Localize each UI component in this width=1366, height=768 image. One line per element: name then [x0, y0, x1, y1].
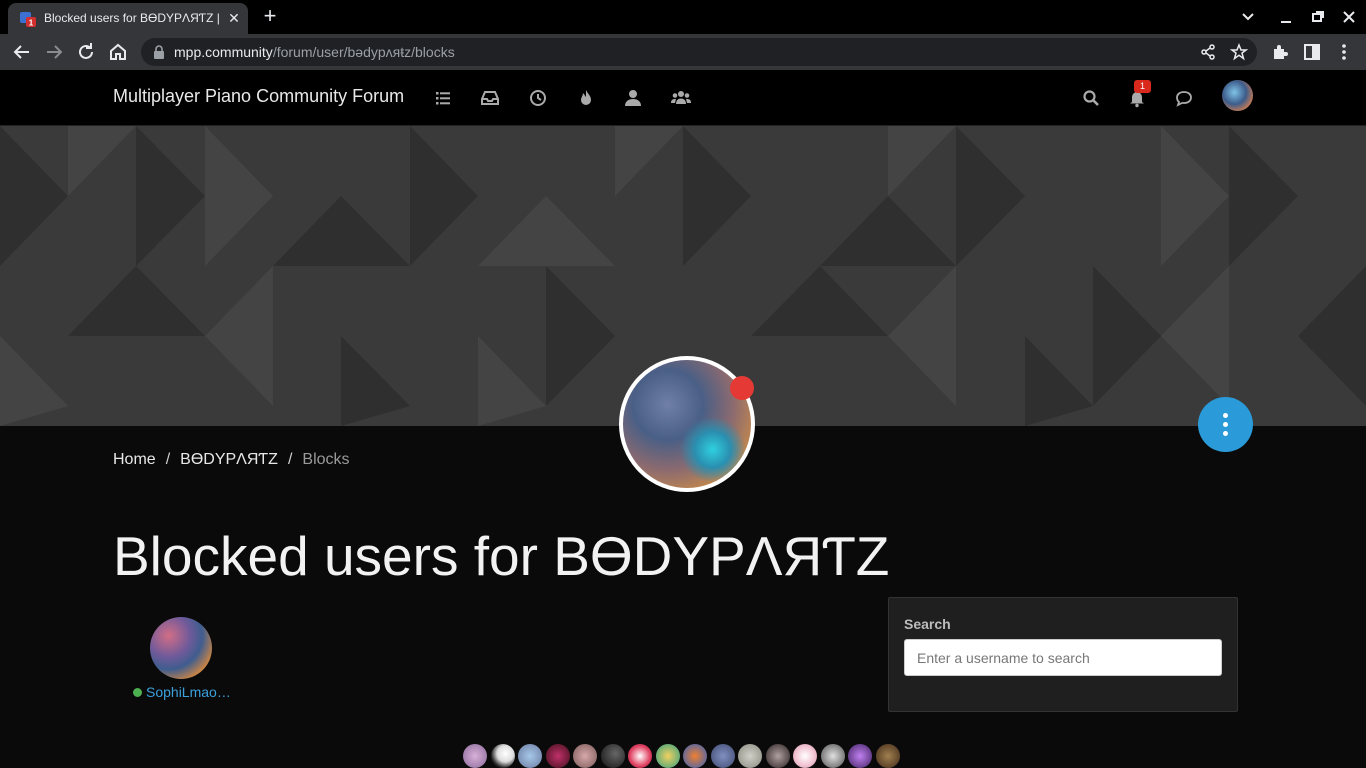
- online-user-avatar[interactable]: [600, 744, 625, 768]
- more-dot-icon: [1223, 422, 1228, 427]
- browser-tab-bar: 1 Blocked users for BƟDYPΛЯƬZ | Multipla…: [0, 0, 1366, 34]
- close-window-icon[interactable]: [1337, 6, 1361, 28]
- user-search-panel: Search: [888, 597, 1238, 712]
- browser-toolbar: mpp.community/forum/user/bədypʌяŧz/block…: [0, 34, 1366, 70]
- online-user-avatar[interactable]: [655, 744, 680, 768]
- url-host: mpp.community: [174, 44, 273, 60]
- back-icon[interactable]: [10, 40, 34, 64]
- new-tab-button[interactable]: +: [258, 5, 282, 29]
- breadcrumb-current: Blocks: [302, 451, 350, 468]
- online-user-avatar[interactable]: [683, 744, 707, 768]
- breadcrumb-separator: /: [287, 451, 293, 468]
- online-user-avatar[interactable]: [765, 744, 790, 768]
- site-brand[interactable]: Multiplayer Piano Community Forum: [113, 86, 404, 107]
- notification-badge: 1: [1134, 80, 1151, 93]
- groups-icon[interactable]: [669, 86, 693, 110]
- online-user-avatar[interactable]: [628, 744, 652, 768]
- blocked-user-avatar[interactable]: [150, 617, 212, 679]
- online-status-dot: [133, 688, 142, 697]
- online-user-avatar[interactable]: [793, 744, 817, 768]
- extensions-icon[interactable]: [1268, 40, 1292, 64]
- svg-text:1: 1: [29, 19, 34, 28]
- page-title: Blocked users for BƟDYPΛЯƬZ: [113, 525, 890, 587]
- breadcrumb-separator: /: [165, 451, 171, 468]
- search-icon[interactable]: [1079, 86, 1103, 110]
- lock-icon: [154, 45, 164, 59]
- search-label: Search: [904, 616, 951, 632]
- forward-icon[interactable]: [42, 40, 66, 64]
- online-user-avatar[interactable]: [820, 744, 845, 768]
- online-user-avatar[interactable]: [463, 744, 487, 768]
- site-favicon-icon: 1: [20, 12, 36, 28]
- popular-fire-icon[interactable]: [574, 86, 598, 110]
- profile-actions-button[interactable]: [1198, 397, 1253, 452]
- online-user-avatar[interactable]: [848, 744, 872, 768]
- tab-title: Blocked users for BƟDYPΛЯƬZ | Multiplaye…: [44, 11, 220, 25]
- users-icon[interactable]: [621, 86, 645, 110]
- categories-icon[interactable]: [431, 86, 455, 110]
- recent-clock-icon[interactable]: [526, 86, 550, 110]
- search-input[interactable]: [904, 639, 1222, 676]
- breadcrumb-user[interactable]: BƟDYPΛЯƬZ: [180, 451, 278, 468]
- browser-tab[interactable]: 1 Blocked users for BƟDYPΛЯƬZ | Multipla…: [8, 3, 248, 34]
- breadcrumb: Home / BƟDYPΛЯƬZ / Blocks: [113, 451, 350, 469]
- side-panel-icon[interactable]: [1300, 40, 1324, 64]
- bookmark-star-icon[interactable]: [1230, 43, 1248, 61]
- online-user-avatar[interactable]: [490, 744, 515, 768]
- home-icon[interactable]: [106, 40, 130, 64]
- breadcrumb-home[interactable]: Home: [113, 451, 156, 468]
- online-user-avatar[interactable]: [738, 744, 762, 768]
- address-bar[interactable]: mpp.community/forum/user/bədypʌяŧz/block…: [141, 38, 1257, 66]
- more-dot-icon: [1223, 413, 1228, 418]
- blocked-user-name[interactable]: SophiLmao…: [146, 684, 231, 700]
- profile-avatar[interactable]: [619, 356, 755, 492]
- browser-menu-icon[interactable]: [1332, 40, 1356, 64]
- reload-icon[interactable]: [74, 40, 98, 64]
- online-user-avatar[interactable]: [518, 744, 542, 768]
- url-path: /forum/user/bədypʌяŧz/blocks: [272, 44, 455, 60]
- user-menu-avatar[interactable]: [1222, 80, 1253, 111]
- online-user-avatar[interactable]: [545, 744, 570, 768]
- tab-search-icon[interactable]: [1236, 6, 1260, 28]
- share-icon[interactable]: [1199, 43, 1217, 61]
- online-user-avatar[interactable]: [875, 744, 900, 768]
- online-user-avatar[interactable]: [710, 744, 735, 768]
- site-navbar: Multiplayer Piano Community Forum 1: [0, 70, 1366, 126]
- restore-icon[interactable]: [1306, 6, 1330, 28]
- url-text: mpp.community/forum/user/bədypʌяŧz/block…: [174, 44, 455, 60]
- chats-icon[interactable]: [1172, 86, 1196, 110]
- status-indicator: [730, 376, 754, 400]
- more-dot-icon: [1223, 431, 1228, 436]
- tab-close-icon[interactable]: ✕: [226, 10, 242, 26]
- online-user-avatar[interactable]: [573, 744, 597, 768]
- unread-inbox-icon[interactable]: [478, 86, 502, 110]
- online-users-strip: [463, 744, 903, 768]
- minimize-icon[interactable]: [1274, 6, 1298, 28]
